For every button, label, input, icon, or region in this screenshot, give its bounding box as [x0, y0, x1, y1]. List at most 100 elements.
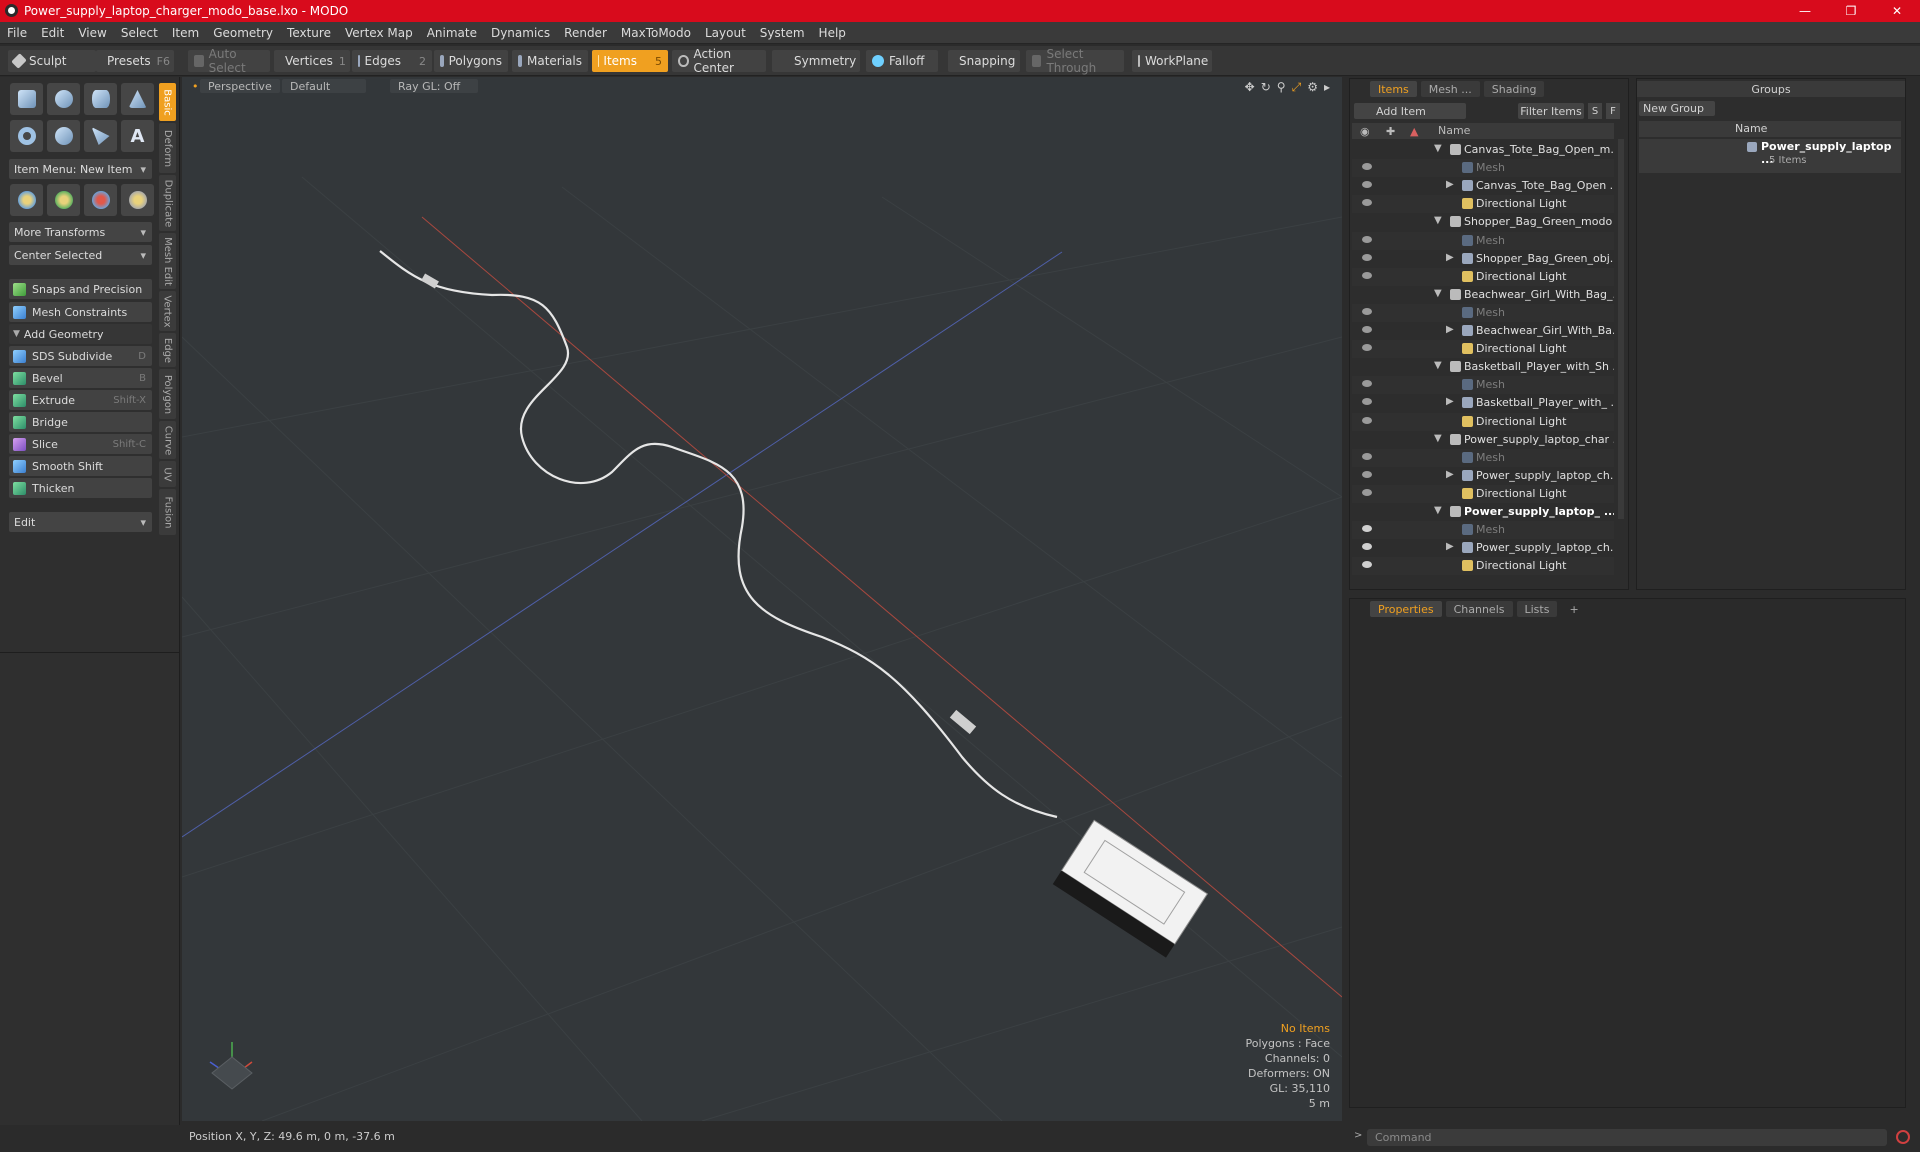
item-row-scene[interactable]: ▼ Shopper_Bag_Green_modo ...: [1352, 213, 1614, 231]
collapse-arrow-icon[interactable]: ▼: [1434, 143, 1442, 154]
tab-lists[interactable]: Lists: [1516, 601, 1558, 617]
command-input[interactable]: Command: [1367, 1129, 1887, 1146]
item-row-mesh[interactable]: Mesh: [1352, 231, 1614, 250]
scale-tool-button[interactable]: [84, 184, 117, 216]
item-row-scene[interactable]: ▼ Basketball_Player_with_Sh ...: [1352, 358, 1614, 376]
item-menu-dropdown[interactable]: Item Menu: New Item: [9, 159, 152, 179]
tab-properties[interactable]: Properties: [1370, 601, 1442, 617]
power-brick[interactable]: [1052, 819, 1209, 958]
visibility-eye-icon[interactable]: [1362, 525, 1372, 533]
item-row-scene-bold[interactable]: ▼ Power_supply_laptop_ ...: [1352, 503, 1614, 521]
item-row-obj[interactable]: ▶ Beachwear_Girl_With_Ba...: [1352, 322, 1614, 340]
menu-view[interactable]: View: [71, 26, 113, 40]
visibility-eye-icon[interactable]: [1362, 452, 1372, 460]
auto-select-button[interactable]: Auto Select: [188, 47, 270, 75]
rotate-view-icon[interactable]: ↻: [1261, 80, 1271, 95]
group-row[interactable]: Power_supply_laptop ... 5 Items: [1639, 139, 1901, 173]
cube-primitive-button[interactable]: [10, 83, 43, 115]
capsule-primitive-button[interactable]: [47, 120, 80, 152]
polygons-button[interactable]: Polygons: [434, 50, 508, 72]
collapse-arrow-icon[interactable]: ▼: [1434, 360, 1442, 371]
menu-item[interactable]: Item: [165, 26, 206, 40]
thicken-button[interactable]: Thicken: [9, 478, 152, 498]
menu-dynamics[interactable]: Dynamics: [484, 26, 557, 40]
new-group-button[interactable]: New Group: [1639, 101, 1715, 116]
tab-basic[interactable]: Basic: [159, 83, 176, 121]
tab-vertex[interactable]: Vertex: [159, 291, 176, 331]
menu-layout[interactable]: Layout: [698, 26, 753, 40]
cone-primitive-button[interactable]: [121, 83, 154, 115]
menu-file[interactable]: File: [0, 26, 34, 40]
visibility-eye-icon[interactable]: [1362, 435, 1372, 442]
charger-cable[interactable]: [379, 250, 1058, 819]
raygl-dropdown[interactable]: Ray GL: Off: [390, 79, 478, 93]
tab-duplicate[interactable]: Duplicate: [159, 175, 176, 231]
visibility-eye-icon[interactable]: [1362, 235, 1372, 243]
collapse-arrow-icon[interactable]: ▼: [1434, 505, 1442, 516]
visibility-eye-icon[interactable]: [1362, 271, 1372, 279]
visibility-eye-icon[interactable]: [1362, 181, 1372, 189]
viewport-settings-icon[interactable]: ⚙: [1307, 80, 1318, 95]
menu-maxtomodo[interactable]: MaxToModo: [614, 26, 698, 40]
item-row-light[interactable]: Directional Light: [1352, 557, 1614, 576]
smooth-shift-button[interactable]: Smooth Shift: [9, 456, 152, 476]
expand-arrow-icon[interactable]: ▶: [1446, 324, 1454, 335]
symmetry-button[interactable]: Symmetry: [772, 50, 860, 72]
vertices-button[interactable]: Vertices 1: [274, 50, 350, 72]
sphere-primitive-button[interactable]: [47, 83, 80, 115]
item-row-scene[interactable]: ▼ Beachwear_Girl_With_Bag_...: [1352, 286, 1614, 304]
record-icon[interactable]: [1896, 1130, 1910, 1144]
menu-system[interactable]: System: [753, 26, 812, 40]
expand-arrow-icon[interactable]: ▶: [1446, 252, 1454, 263]
add-item-button[interactable]: Add Item: [1354, 103, 1466, 119]
slice-button[interactable]: Slice Shift-C: [9, 434, 152, 454]
item-row-scene[interactable]: ▼ Canvas_Tote_Bag_Open_m...: [1352, 141, 1614, 159]
rotate-tool-button[interactable]: [47, 184, 80, 216]
more-transforms-dropdown[interactable]: More Transforms: [9, 222, 152, 242]
menu-texture[interactable]: Texture: [280, 26, 338, 40]
visibility-eye-icon[interactable]: [1362, 253, 1372, 261]
menu-select[interactable]: Select: [114, 26, 165, 40]
visibility-eye-icon[interactable]: [1362, 561, 1372, 569]
visibility-eye-icon[interactable]: [1362, 507, 1372, 514]
maximize-button[interactable]: ❐: [1828, 0, 1874, 22]
item-row-obj[interactable]: ▶ Power_supply_laptop_ch...: [1352, 467, 1614, 485]
expand-arrow-icon[interactable]: ▶: [1446, 541, 1454, 552]
menu-render[interactable]: Render: [557, 26, 614, 40]
visibility-eye-icon[interactable]: [1362, 380, 1372, 388]
expand-arrow-icon[interactable]: ▶: [1446, 179, 1454, 190]
sds-subdivide-button[interactable]: SDS Subdivide D: [9, 346, 152, 366]
visibility-eye-icon[interactable]: [1362, 344, 1372, 352]
text-tool-button[interactable]: A: [121, 120, 154, 152]
collapse-arrow-icon[interactable]: ▼: [1434, 433, 1442, 444]
tab-edge[interactable]: Edge: [159, 333, 176, 367]
pan-icon[interactable]: ✥: [1245, 80, 1255, 95]
viewport-expand-icon[interactable]: ▸: [1324, 80, 1330, 95]
menu-help[interactable]: Help: [812, 26, 853, 40]
3d-viewport[interactable]: • Perspective Default Ray GL: Off ✥ ↻ ⚲ …: [182, 77, 1342, 1121]
item-row-mesh[interactable]: Mesh: [1352, 521, 1614, 540]
visibility-eye-icon[interactable]: [1362, 145, 1372, 152]
add-tab-button[interactable]: +: [1561, 601, 1586, 617]
pen-tool-button[interactable]: [84, 120, 117, 152]
edit-dropdown[interactable]: Edit: [9, 512, 152, 532]
shading-dropdown[interactable]: Default: [282, 79, 366, 93]
tab-polygon[interactable]: Polygon: [159, 369, 176, 419]
snaps-precision-button[interactable]: Snaps and Precision: [9, 279, 152, 299]
fit-view-icon[interactable]: ⤢: [1292, 80, 1302, 95]
item-row-light[interactable]: Directional Light: [1352, 195, 1614, 214]
item-row-mesh[interactable]: Mesh: [1352, 448, 1614, 467]
item-row-scene[interactable]: ▼ Power_supply_laptop_char ...: [1352, 431, 1614, 449]
visibility-eye-icon[interactable]: [1362, 470, 1372, 478]
collapse-arrow-icon[interactable]: ▼: [1434, 288, 1442, 299]
visibility-eye-icon[interactable]: [1362, 163, 1372, 171]
menu-edit[interactable]: Edit: [34, 26, 71, 40]
add-geometry-header[interactable]: ▼ Add Geometry: [9, 324, 152, 344]
visibility-eye-icon[interactable]: [1362, 398, 1372, 406]
visibility-eye-icon[interactable]: [1362, 290, 1372, 297]
zoom-icon[interactable]: ⚲: [1277, 80, 1286, 95]
s-toggle-button[interactable]: S: [1588, 103, 1602, 119]
item-row-obj[interactable]: ▶ Shopper_Bag_Green_obj...: [1352, 250, 1614, 268]
item-row-obj[interactable]: ▶ Power_supply_laptop_ch...: [1352, 539, 1614, 557]
visibility-eye-icon[interactable]: [1362, 217, 1372, 224]
